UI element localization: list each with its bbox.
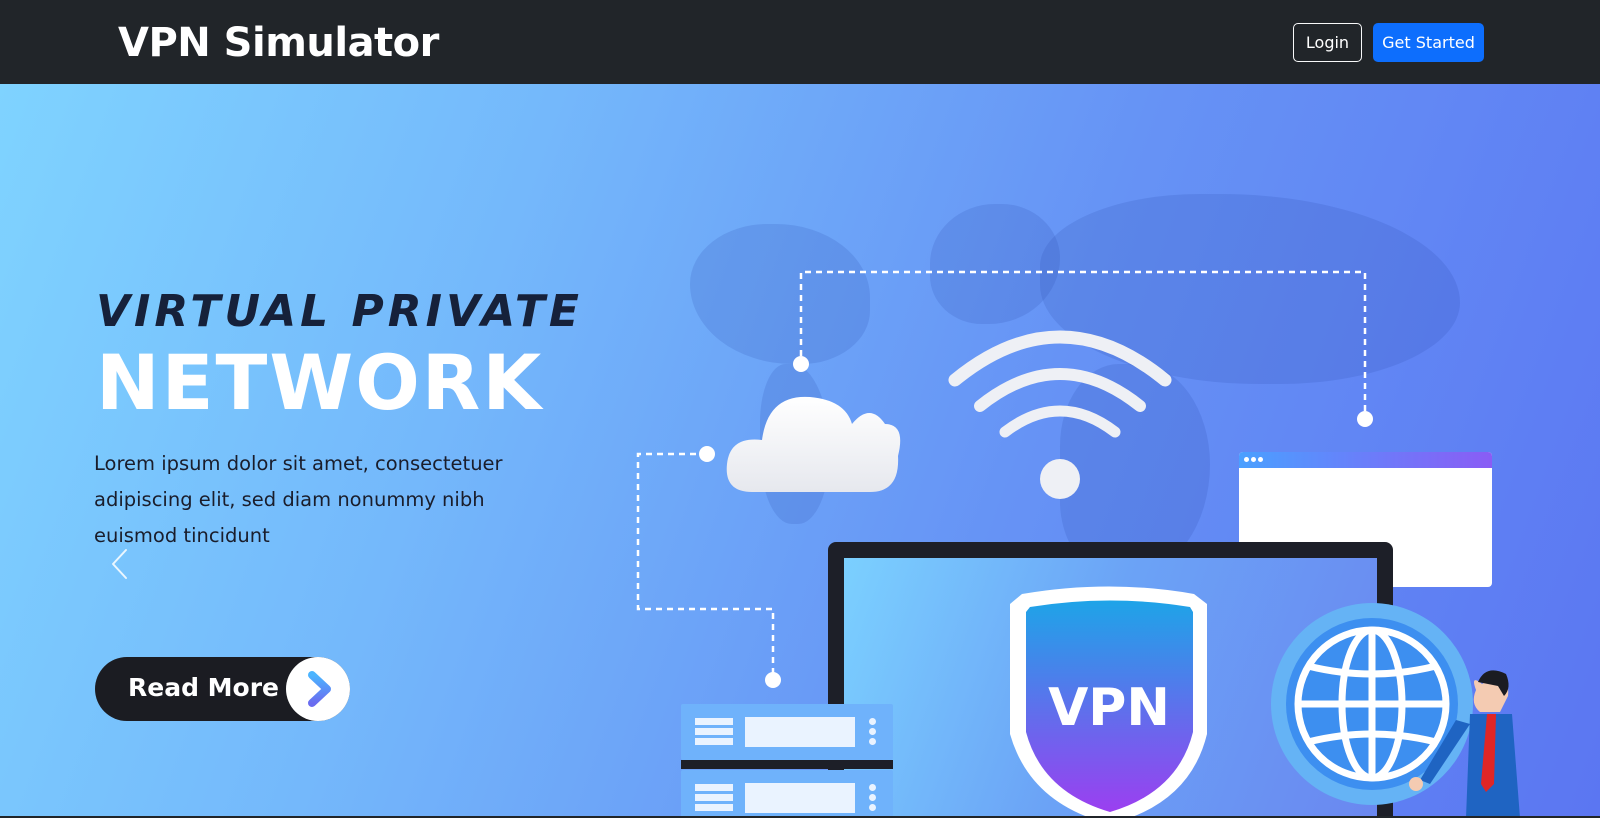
login-button[interactable]: Login <box>1293 23 1362 62</box>
server-icon <box>681 704 893 760</box>
chevron-left-icon <box>112 549 127 579</box>
carousel-prev-button[interactable] <box>100 534 140 594</box>
navbar: VPN Simulator Login Get Started <box>0 0 1600 84</box>
hero-description: Lorem ipsum dolor sit amet, consectetuer… <box>94 452 503 547</box>
hero-title-line-2: NETWORK <box>96 338 544 427</box>
read-more-button[interactable]: Read More <box>95 657 350 721</box>
hero-carousel: VPN VIRTUAL PRIVATE NETWORK Lorem ipsum … <box>0 84 1600 818</box>
get-started-button[interactable]: Get Started <box>1373 23 1484 62</box>
chevron-right-icon <box>286 657 350 721</box>
server-icon <box>681 770 893 818</box>
read-more-label: Read More <box>128 673 280 702</box>
hero-title-line-1: VIRTUAL PRIVATE <box>96 286 583 337</box>
brand-logo[interactable]: VPN Simulator <box>118 20 439 66</box>
server-gap <box>681 760 893 769</box>
